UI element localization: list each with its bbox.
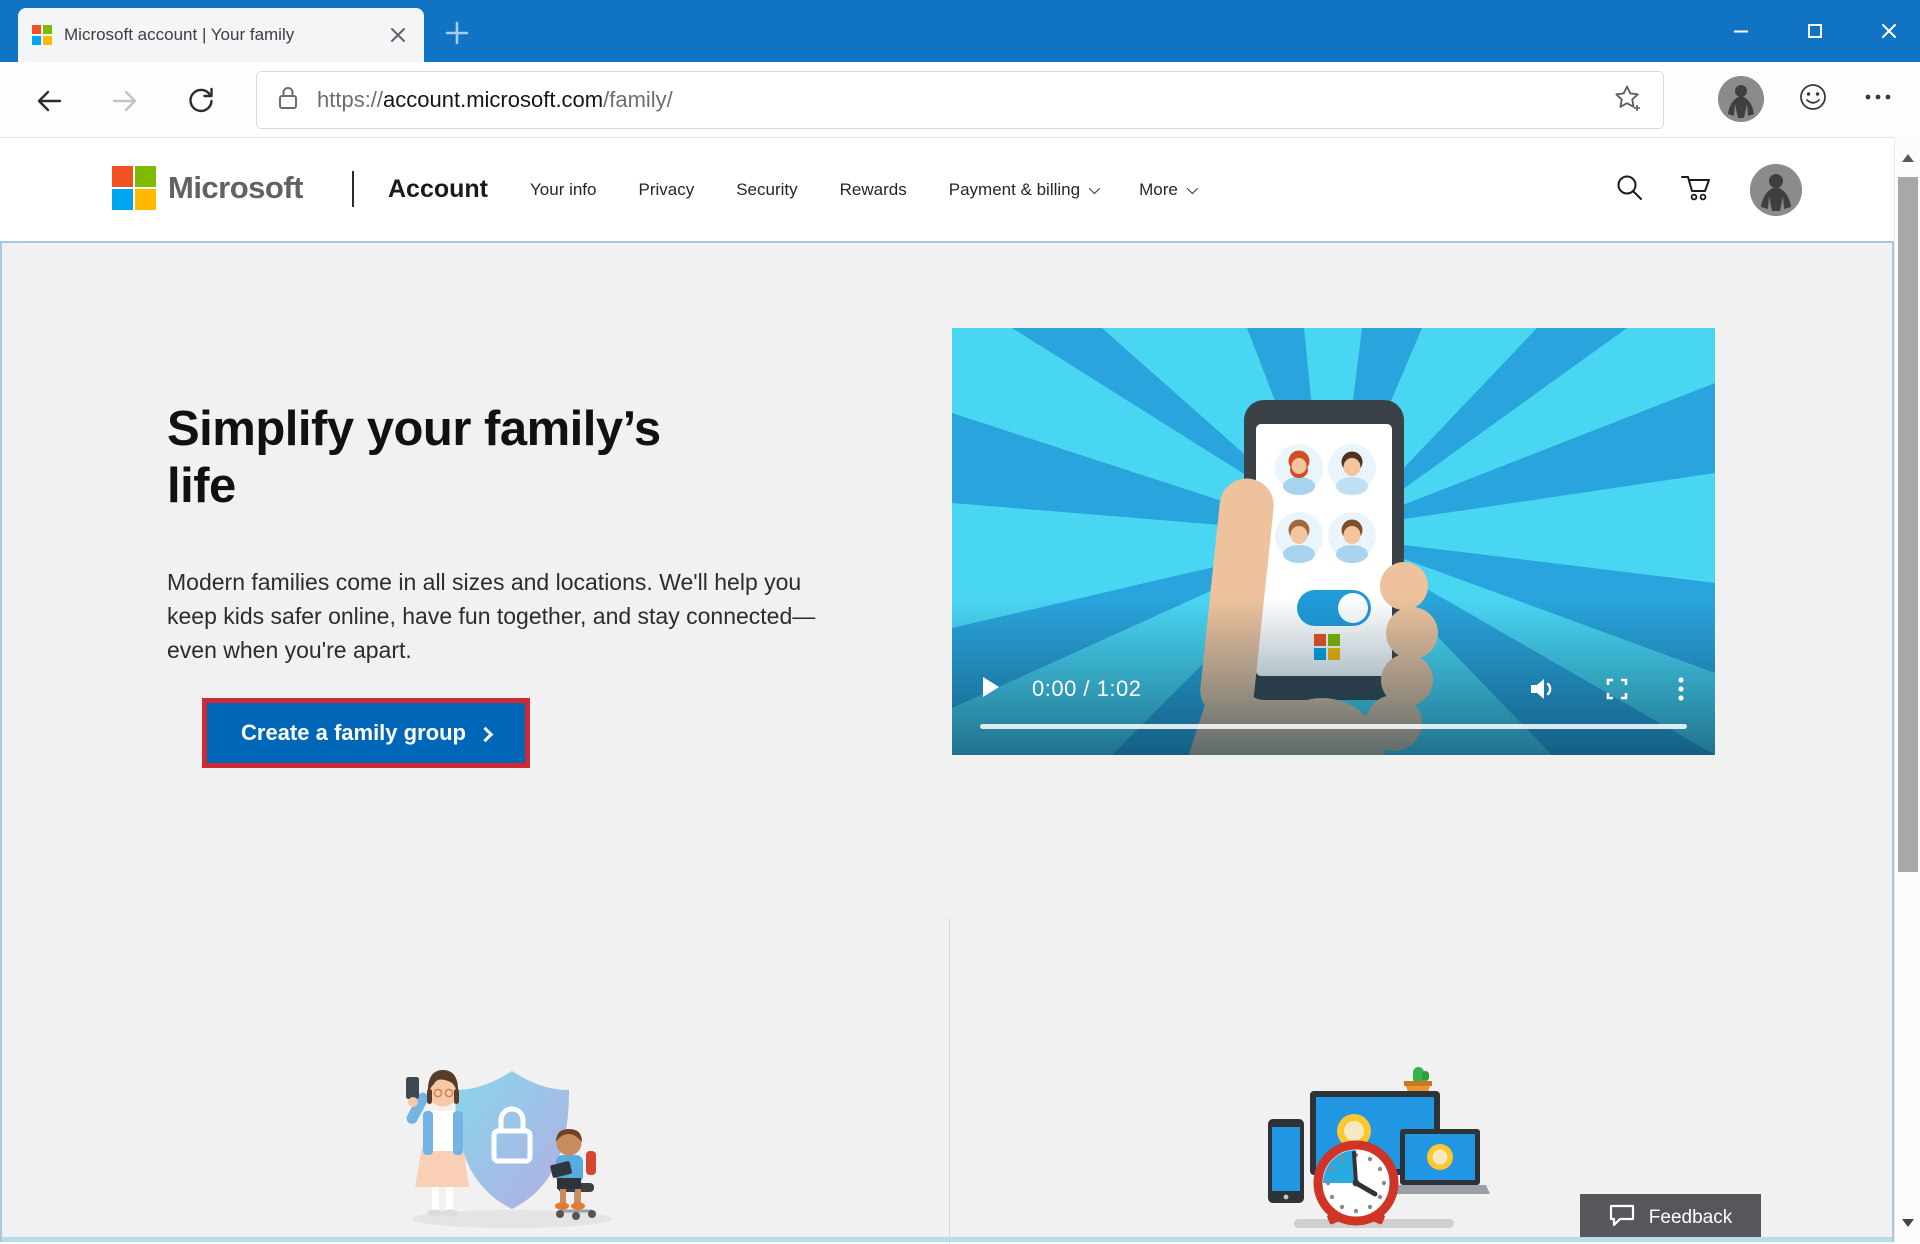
nav-your-info[interactable]: Your info [530, 180, 596, 200]
chevron-down-icon [1187, 182, 1198, 193]
bottom-edge-strip [2, 1237, 1892, 1242]
volume-icon[interactable] [1529, 676, 1557, 702]
page-content: Simplify your family’s life Modern famil… [0, 241, 1894, 1242]
microsoft-logo-icon [112, 166, 156, 210]
cart-icon[interactable] [1680, 172, 1714, 207]
send-smile-button[interactable] [1798, 82, 1828, 117]
nav-security[interactable]: Security [736, 180, 797, 200]
play-button[interactable] [982, 676, 1000, 703]
back-button[interactable] [32, 84, 66, 118]
scroll-down-button[interactable] [1895, 1210, 1920, 1236]
scroll-up-arrow-icon [1902, 154, 1914, 162]
site-header: Microsoft Account Your info Privacy Secu… [0, 138, 1920, 241]
nav-rewards[interactable]: Rewards [840, 180, 907, 200]
fullscreen-icon[interactable] [1605, 677, 1629, 701]
minimize-button[interactable] [1726, 16, 1756, 46]
video-time-display: 0:00 / 1:02 [1032, 676, 1141, 702]
browser-profile-avatar[interactable] [1718, 76, 1764, 122]
nav-more[interactable]: More [1139, 180, 1195, 200]
settings-ellipsis-icon[interactable] [1862, 82, 1894, 117]
browser-tab[interactable]: Microsoft account | Your family [18, 8, 424, 62]
browser-toolbar: https://account.microsoft.com/family/ [0, 62, 1920, 138]
microsoft-favicon-icon [32, 25, 52, 45]
chevron-down-icon [1089, 182, 1100, 193]
new-tab-button[interactable] [440, 16, 474, 50]
forward-button[interactable] [108, 84, 142, 118]
page-scrollbar[interactable] [1894, 137, 1920, 1242]
add-favorite-star-icon[interactable] [1613, 83, 1643, 118]
feedback-button[interactable]: Feedback [1580, 1194, 1761, 1241]
annotation-highlight-box: Create a family group [202, 698, 530, 768]
video-progress-bar[interactable] [980, 724, 1687, 729]
tab-close-icon[interactable] [386, 23, 410, 47]
url-text: https://account.microsoft.com/family/ [317, 87, 1613, 113]
screen-time-illustration [1258, 1067, 1490, 1243]
comment-icon [1609, 1203, 1635, 1233]
close-window-button[interactable] [1874, 16, 1904, 46]
microsoft-logo[interactable]: Microsoft [112, 166, 303, 210]
create-family-group-button[interactable]: Create a family group [207, 703, 525, 763]
nav-account[interactable]: Account [388, 175, 488, 204]
tab-title: Microsoft account | Your family [64, 25, 374, 45]
browser-titlebar: Microsoft account | Your family [0, 0, 1920, 62]
page-title: Simplify your family’s life [167, 401, 737, 515]
video-player[interactable]: 0:00 / 1:02 [952, 328, 1715, 755]
maximize-button[interactable] [1800, 16, 1830, 46]
lock-icon [277, 85, 299, 116]
account-avatar[interactable] [1750, 164, 1802, 216]
hero-description: Modern families come in all sizes and lo… [167, 565, 837, 667]
nav-privacy[interactable]: Privacy [638, 180, 694, 200]
scroll-down-arrow-icon [1902, 1219, 1914, 1227]
microsoft-logo-text: Microsoft [168, 170, 303, 206]
video-menu-kebab-icon[interactable] [1677, 676, 1685, 702]
nav-payment-billing[interactable]: Payment & billing [949, 180, 1097, 200]
feedback-label: Feedback [1649, 1207, 1732, 1229]
chevron-right-icon [478, 726, 494, 742]
address-bar[interactable]: https://account.microsoft.com/family/ [256, 71, 1664, 129]
scrollbar-thumb[interactable] [1898, 177, 1918, 872]
search-icon[interactable] [1614, 172, 1644, 207]
family-safety-illustration [390, 1043, 640, 1235]
scroll-up-button[interactable] [1895, 145, 1920, 171]
column-divider [949, 918, 950, 1244]
header-divider [352, 171, 354, 207]
refresh-button[interactable] [184, 84, 218, 118]
